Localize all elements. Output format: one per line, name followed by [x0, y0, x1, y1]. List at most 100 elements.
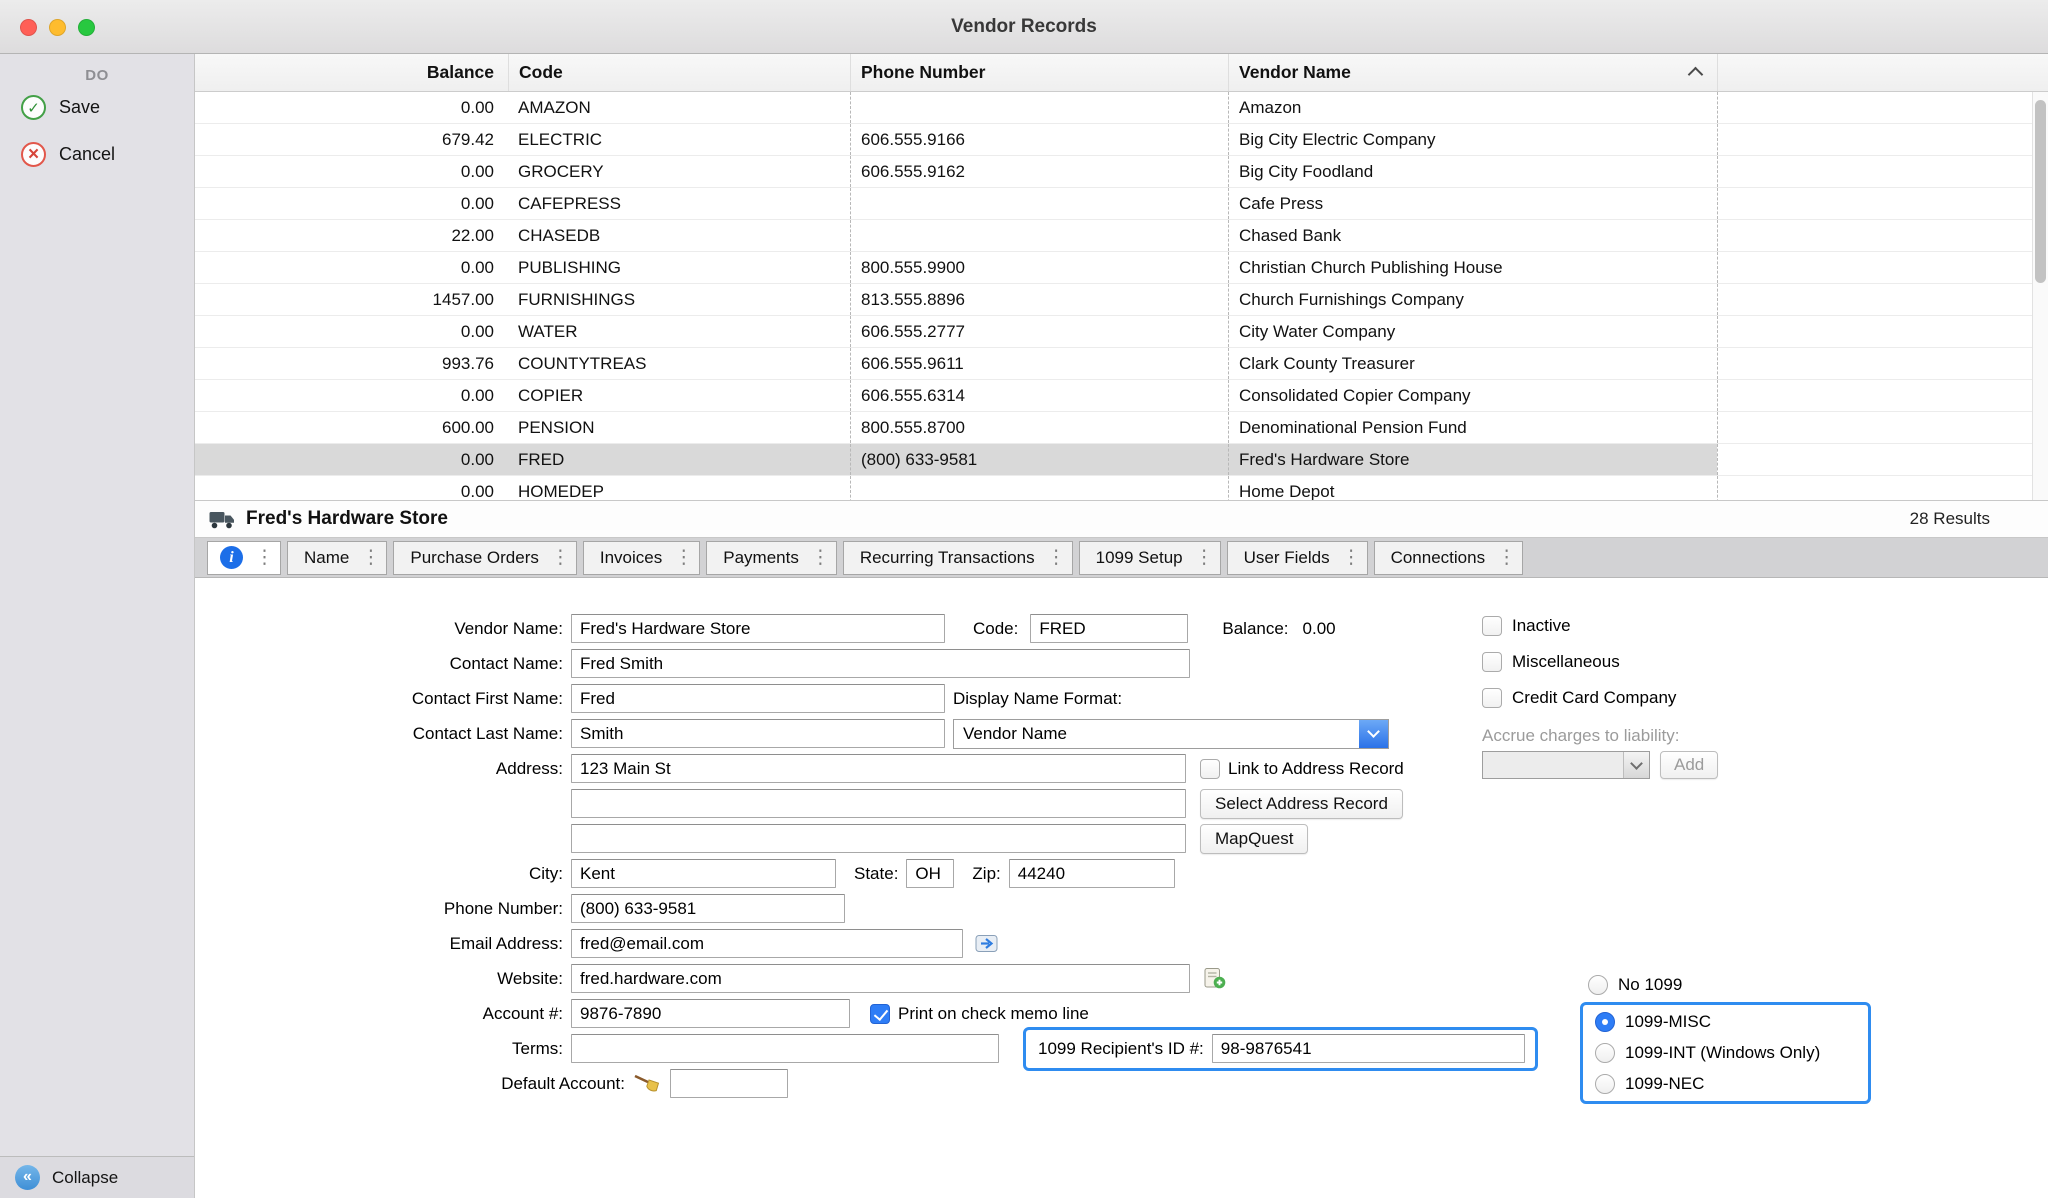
record-header: Fred's Hardware Store 28 Results: [195, 500, 2048, 538]
table-row[interactable]: 0.00 COPIER 606.555.6314 Consolidated Co…: [195, 380, 2032, 412]
window-title: Vendor Records: [0, 0, 2048, 54]
dropdown-arrow-icon[interactable]: [1359, 720, 1388, 748]
checkbox-miscellaneous[interactable]: Miscellaneous: [1482, 644, 1718, 680]
vendor-records-window: Vendor Records DO ✓ Save × Cancel « Coll…: [0, 0, 2048, 1198]
truck-icon: [209, 509, 236, 530]
column-header-empty: [1717, 54, 2048, 91]
table-row[interactable]: 0.00 FRED (800) 633-9581 Fred's Hardware…: [195, 444, 2032, 476]
table-row[interactable]: 0.00 WATER 606.555.2777 City Water Compa…: [195, 316, 2032, 348]
address-line3-field[interactable]: [571, 824, 1186, 853]
drag-handle-icon: ⋮: [255, 548, 274, 567]
web-page-icon[interactable]: [1202, 967, 1227, 990]
scrollbar-thumb[interactable]: [2035, 100, 2046, 283]
balance-label: Balance:: [1222, 619, 1288, 639]
send-email-icon[interactable]: [975, 932, 1000, 955]
table-row[interactable]: 679.42 ELECTRIC 606.555.9166 Big City El…: [195, 124, 2032, 156]
select-address-record-button[interactable]: Select Address Record: [1200, 789, 1403, 819]
contact-first-name-field[interactable]: [571, 684, 945, 713]
table-row[interactable]: 0.00 HOMEDEP Home Depot: [195, 476, 2032, 500]
cancel-button[interactable]: × Cancel: [0, 131, 194, 178]
tab-user-fields[interactable]: User Fields ⋮: [1227, 541, 1368, 575]
contact-name-label: Contact Name:: [195, 654, 563, 674]
default-account-label: Default Account:: [195, 1074, 625, 1094]
table-row[interactable]: 0.00 CAFEPRESS Cafe Press: [195, 188, 2032, 220]
collapse-label: Collapse: [52, 1168, 118, 1188]
tab-invoices[interactable]: Invoices ⋮: [583, 541, 700, 575]
drag-handle-icon: ⋮: [551, 548, 570, 567]
phone-field[interactable]: [571, 894, 845, 923]
tab-1099-setup[interactable]: 1099 Setup ⋮: [1079, 541, 1221, 575]
form-right-column: Inactive Miscellaneous Credit Card Compa…: [1482, 608, 1718, 779]
table-row[interactable]: 0.00 AMAZON Amazon: [195, 92, 2032, 124]
column-header-code[interactable]: Code: [508, 54, 850, 91]
titlebar: Vendor Records: [0, 0, 2048, 54]
city-field[interactable]: [571, 859, 836, 888]
link-address-checkbox[interactable]: [1200, 759, 1220, 779]
radio-icon: [1588, 975, 1608, 995]
table-row[interactable]: 993.76 COUNTYTREAS 606.555.9611 Clark Co…: [195, 348, 2032, 380]
mapquest-button[interactable]: MapQuest: [1200, 824, 1308, 854]
add-liability-button[interactable]: Add: [1660, 751, 1718, 779]
radio-1099-int-windows-only-[interactable]: 1099-INT (Windows Only): [1595, 1037, 1868, 1068]
broom-icon[interactable]: [633, 1072, 662, 1095]
code-field[interactable]: [1030, 614, 1188, 643]
default-account-field[interactable]: [670, 1069, 788, 1098]
email-label: Email Address:: [195, 934, 563, 954]
recipient-id-highlight-box: 1099 Recipient's ID #:: [1023, 1027, 1538, 1071]
tab-info[interactable]: i ⋮: [207, 541, 281, 575]
radio-label: No 1099: [1618, 975, 1682, 995]
email-row: Email Address:: [195, 926, 2048, 961]
vendor-detail-form: Vendor Name: Code: Balance: 0.00 Contact…: [195, 578, 2048, 1198]
tab-name[interactable]: Name ⋮: [287, 541, 387, 575]
website-row: Website:: [195, 961, 2048, 996]
tab-connections[interactable]: Connections ⋮: [1374, 541, 1524, 575]
radio-no-1099[interactable]: No 1099: [1588, 971, 1682, 999]
radio-1099-nec[interactable]: 1099-NEC: [1595, 1068, 1868, 1099]
tab-payments[interactable]: Payments ⋮: [706, 541, 837, 575]
print-memo-checkbox[interactable]: [870, 1004, 890, 1024]
close-button[interactable]: [20, 19, 37, 36]
contact-last-name-field[interactable]: [571, 719, 945, 748]
radio-1099-misc[interactable]: 1099-MISC: [1595, 1006, 1868, 1037]
recipient-id-field[interactable]: [1212, 1034, 1525, 1063]
table-row[interactable]: 0.00 PUBLISHING 800.555.9900 Christian C…: [195, 252, 2032, 284]
recipient-id-label: 1099 Recipient's ID #:: [1038, 1039, 1204, 1059]
vendor-name-label: Vendor Name:: [195, 619, 563, 639]
zip-field[interactable]: [1009, 859, 1175, 888]
table-row[interactable]: 22.00 CHASEDB Chased Bank: [195, 220, 2032, 252]
drag-handle-icon: ⋮: [811, 548, 830, 567]
save-button[interactable]: ✓ Save: [0, 84, 194, 131]
column-header-balance[interactable]: Balance: [195, 54, 508, 91]
vendor-table: Balance Code Phone Number Vendor Name 0.…: [195, 54, 2048, 500]
chevron-up-icon: [1688, 67, 1704, 83]
minimize-button[interactable]: [49, 19, 66, 36]
vendor-name-field[interactable]: [571, 614, 945, 643]
account-field[interactable]: [571, 999, 850, 1028]
account-label: Account #:: [195, 1004, 563, 1024]
column-header-phone[interactable]: Phone Number: [850, 54, 1228, 91]
collapse-button[interactable]: « Collapse: [0, 1156, 194, 1198]
save-label: Save: [59, 97, 100, 118]
table-row[interactable]: 600.00 PENSION 800.555.8700 Denomination…: [195, 412, 2032, 444]
checkbox-inactive[interactable]: Inactive: [1482, 608, 1718, 644]
display-name-format-dropdown[interactable]: Vendor Name: [953, 719, 1389, 749]
tab-purchase-orders[interactable]: Purchase Orders ⋮: [393, 541, 577, 575]
table-row[interactable]: 0.00 GROCERY 606.555.9162 Big City Foodl…: [195, 156, 2032, 188]
record-title: Fred's Hardware Store: [246, 508, 448, 530]
checkbox-credit-card-company[interactable]: Credit Card Company: [1482, 680, 1718, 716]
zoom-button[interactable]: [78, 19, 95, 36]
dropdown-arrow-icon[interactable]: [1623, 752, 1649, 778]
website-field[interactable]: [571, 964, 1190, 993]
address-line2-field[interactable]: [571, 789, 1186, 818]
contact-name-field[interactable]: [571, 649, 1190, 678]
email-field[interactable]: [571, 929, 963, 958]
address-line1-field[interactable]: [571, 754, 1186, 783]
double-chevron-left-icon: «: [15, 1165, 40, 1190]
state-field[interactable]: [906, 859, 954, 888]
check-circle-icon: ✓: [21, 95, 46, 120]
column-header-vendor-name[interactable]: Vendor Name: [1228, 54, 1717, 91]
terms-field[interactable]: [571, 1034, 999, 1063]
accrue-liability-dropdown[interactable]: [1482, 751, 1650, 779]
tab-recurring-transactions[interactable]: Recurring Transactions ⋮: [843, 541, 1073, 575]
table-row[interactable]: 1457.00 FURNISHINGS 813.555.8896 Church …: [195, 284, 2032, 316]
